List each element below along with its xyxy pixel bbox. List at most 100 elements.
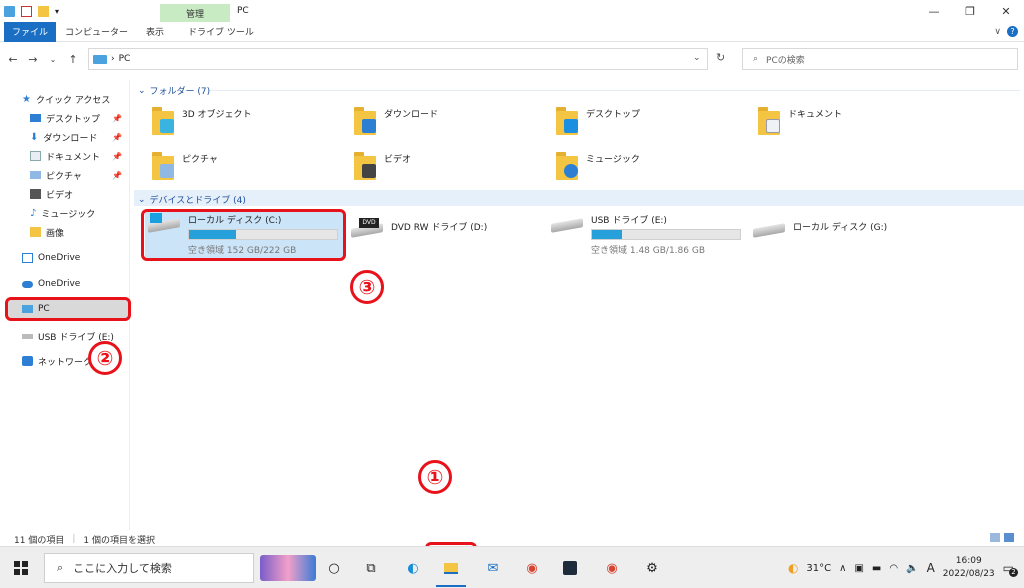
large-icons-view-icon[interactable]: [1004, 533, 1014, 542]
videos-folder-icon: [354, 150, 376, 180]
qat-dropdown-icon[interactable]: ▾: [55, 7, 59, 16]
downloads-folder-icon: [354, 105, 376, 135]
sidebar-item-onedrive[interactable]: OneDrive: [22, 275, 128, 293]
sidebar-item-onedrive-personal[interactable]: OneDrive: [22, 249, 128, 267]
pin-icon[interactable]: 📌: [112, 152, 122, 161]
volume-icon[interactable]: 🔈: [906, 563, 918, 574]
title-bar: ▾ 管理 PC — ❐ ✕: [0, 0, 1024, 22]
help-icon[interactable]: ?: [1007, 26, 1018, 37]
folder-label: 3D オブジェクト: [182, 109, 252, 120]
pictures-icon: [30, 171, 41, 179]
folder-downloads[interactable]: ダウンロード: [354, 100, 438, 140]
network-icon: [22, 356, 33, 366]
pc-icon[interactable]: [4, 5, 15, 17]
chrome-profile-icon[interactable]: ◉: [601, 557, 623, 579]
search-highlight-image[interactable]: [260, 555, 316, 581]
search-placeholder: PCの検索: [766, 55, 805, 66]
sidebar-item-music[interactable]: ♪ ミュージック: [30, 204, 128, 222]
folder-label: ミュージック: [586, 154, 640, 165]
address-dropdown-icon[interactable]: ⌄: [693, 53, 701, 63]
media-app-icon[interactable]: [559, 557, 581, 579]
file-explorer-taskbar-icon[interactable]: [440, 557, 462, 579]
settings-icon[interactable]: ⚙: [641, 557, 663, 579]
battery-icon[interactable]: ▬: [872, 563, 881, 574]
sidebar-item-label: クイック アクセス: [35, 95, 111, 106]
new-folder-icon[interactable]: [38, 5, 49, 17]
sidebar-item-documents[interactable]: ドキュメント 📌: [30, 147, 128, 165]
drive-free-space: 空き領域 1.48 GB/1.86 GB: [591, 246, 705, 256]
edge-icon[interactable]: ◐: [402, 557, 424, 579]
pin-icon[interactable]: 📌: [112, 114, 122, 123]
annotation-step-3: ③: [350, 270, 384, 304]
properties-icon[interactable]: [21, 5, 32, 17]
forward-icon[interactable]: →: [26, 53, 40, 66]
window-title: PC: [237, 6, 249, 16]
folder-documents[interactable]: ドキュメント: [758, 100, 842, 140]
task-view-icon[interactable]: ⧉: [360, 557, 382, 579]
sidebar-item-quick-access[interactable]: ★ クイック アクセス: [22, 90, 128, 108]
ribbon-tabs: ファイル コンピューター 表示 ドライブ ツール: [0, 21, 1024, 42]
drive-d[interactable]: DVD DVD RW ドライブ (D:): [351, 218, 487, 240]
sidebar-item-downloads[interactable]: ⬇ ダウンロード 📌: [30, 128, 128, 146]
breadcrumb-pc[interactable]: PC: [119, 54, 131, 64]
taskbar-search-input[interactable]: ⌕ ここに入力して検索: [44, 553, 254, 583]
back-icon[interactable]: ←: [6, 53, 20, 66]
cortana-icon[interactable]: ○: [323, 557, 345, 579]
clock[interactable]: 16:09 2022/08/23: [943, 555, 995, 581]
ime-indicator[interactable]: A: [927, 561, 935, 575]
drive-label: USB ドライブ (E:): [591, 216, 667, 226]
drive-usage-bar: [591, 229, 741, 240]
drive-e[interactable]: USB ドライブ (E:) 空き領域 1.48 GB/1.86 GB: [551, 213, 741, 256]
tab-drive-tools[interactable]: ドライブ ツール: [179, 22, 263, 42]
drive-g[interactable]: ローカル ディスク (G:): [753, 218, 887, 240]
restore-icon[interactable]: ❐: [952, 0, 988, 22]
address-bar[interactable]: › PC: [88, 48, 708, 70]
devices-group-header[interactable]: ⌄ デバイスとドライブ (4): [138, 193, 246, 207]
tab-computer[interactable]: コンピューター: [56, 22, 137, 42]
up-icon[interactable]: ↑: [66, 53, 80, 66]
minimize-icon[interactable]: —: [916, 0, 952, 22]
camera-icon[interactable]: ▣: [854, 563, 863, 574]
context-tab-manage[interactable]: 管理: [160, 4, 230, 22]
folder-3d-objects[interactable]: 3D オブジェクト: [152, 100, 252, 140]
folder-music[interactable]: ミュージック: [556, 145, 640, 185]
download-icon: ⬇: [30, 131, 39, 143]
folder-desktop[interactable]: デスクトップ: [556, 100, 640, 140]
sidebar-item-pictures[interactable]: ピクチャ 📌: [30, 166, 128, 184]
sidebar-item-videos[interactable]: ビデオ: [30, 185, 128, 203]
ribbon-expand-icon[interactable]: ∨: [994, 27, 1001, 37]
pc-icon: [93, 54, 107, 64]
close-icon[interactable]: ✕: [988, 0, 1024, 22]
sidebar-item-desktop[interactable]: デスクトップ 📌: [30, 109, 128, 127]
search-input[interactable]: ⌕ PCの検索: [742, 48, 1018, 70]
details-view-icon[interactable]: [990, 533, 1000, 542]
highlight-box-drive-c: [141, 209, 346, 261]
sidebar-item-label: ビデオ: [46, 190, 74, 201]
refresh-icon[interactable]: ↻: [716, 51, 725, 64]
quick-access-toolbar: ▾: [0, 0, 59, 22]
tab-file[interactable]: ファイル: [4, 21, 57, 42]
sidebar-item-label: ネットワーク: [38, 357, 93, 368]
show-hidden-icons-icon[interactable]: ∧: [839, 563, 846, 574]
mail-icon[interactable]: ✉: [482, 557, 504, 579]
pin-icon[interactable]: 📌: [112, 133, 122, 142]
weather-temp[interactable]: 31°C: [806, 563, 831, 574]
clock-date: 2022/08/23: [942, 569, 995, 579]
pin-icon[interactable]: 📌: [112, 171, 122, 180]
window-controls: — ❐ ✕: [916, 0, 1024, 22]
recent-dropdown-icon[interactable]: ⌄: [46, 55, 60, 64]
chrome-icon[interactable]: ◉: [521, 557, 543, 579]
folders-group-header[interactable]: ⌄ フォルダー (7): [138, 84, 210, 98]
wifi-icon[interactable]: ◠: [889, 563, 898, 574]
folder-label: ドキュメント: [788, 109, 843, 120]
folder-pictures[interactable]: ピクチャ: [152, 145, 218, 185]
notification-icon[interactable]: ▭ 2: [1003, 561, 1018, 577]
chevron-down-icon: ⌄: [138, 85, 146, 96]
tab-view[interactable]: 表示: [137, 22, 173, 42]
start-button[interactable]: [14, 561, 28, 575]
sidebar-item-images[interactable]: 画像: [30, 223, 128, 241]
folder-label: ビデオ: [384, 154, 412, 165]
breadcrumb-chevron-icon[interactable]: ›: [111, 54, 115, 64]
weather-icon[interactable]: ◐: [788, 561, 798, 575]
folder-videos[interactable]: ビデオ: [354, 145, 411, 185]
